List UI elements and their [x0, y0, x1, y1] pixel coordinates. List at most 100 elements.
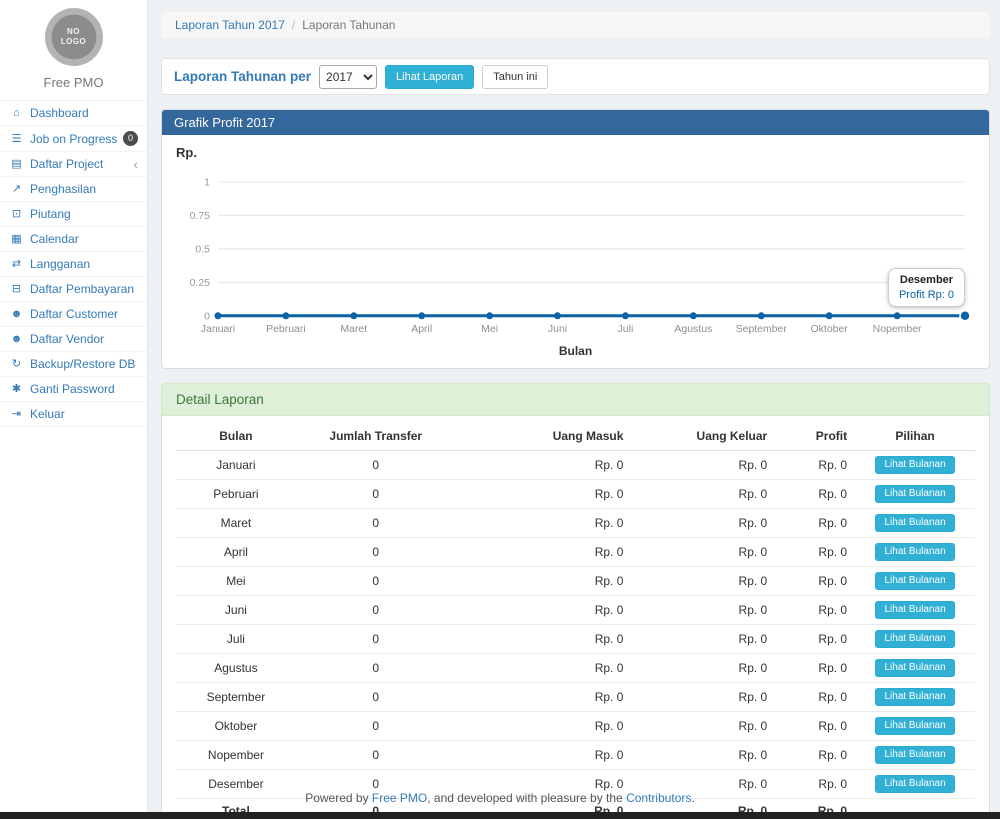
refresh-icon: ↻ [9, 357, 24, 371]
sidebar-item-daftar-pembayaran[interactable]: ⊟Daftar Pembayaran [0, 276, 147, 301]
cell-jumlah-transfer: 0 [296, 508, 456, 537]
sidebar-item-daftar-vendor[interactable]: ☻ Daftar Vendor [0, 326, 147, 351]
filter-label: Laporan Tahunan per [174, 69, 311, 84]
table-row: Januari0Rp. 0Rp. 0Rp. 0Lihat Bulanan [176, 450, 975, 479]
cell-pilihan: Lihat Bulanan [855, 479, 975, 508]
footer-text-pre: Powered by [305, 791, 372, 805]
sidebar-item-langganan[interactable]: ⇄Langganan [0, 251, 147, 276]
data-point[interactable] [622, 312, 629, 319]
report-table: BulanJumlah TransferUang MasukUang Kelua… [176, 422, 975, 819]
cell-uang-keluar: Rp. 0 [631, 595, 775, 624]
chart-body: Rp. 10.750.50.250JanuariPebruariMaretApr… [162, 135, 989, 368]
view-month-button[interactable]: Lihat Bulanan [875, 601, 954, 619]
view-month-button[interactable]: Lihat Bulanan [875, 485, 954, 503]
cell-uang-masuk: Rp. 0 [456, 595, 632, 624]
sidebar-item-label: Daftar Pembayaran [30, 282, 134, 296]
cell-uang-masuk: Rp. 0 [456, 479, 632, 508]
view-month-button[interactable]: Lihat Bulanan [875, 543, 954, 561]
data-point[interactable] [486, 312, 493, 319]
sidebar-item-piutang[interactable]: ⊡Piutang [0, 201, 147, 226]
x-tick-label: September [736, 324, 788, 335]
cell-profit: Rp. 0 [775, 566, 855, 595]
users-icon: ☻ [9, 332, 24, 346]
table-row: September0Rp. 0Rp. 0Rp. 0Lihat Bulanan [176, 682, 975, 711]
view-month-button[interactable]: Lihat Bulanan [875, 746, 954, 764]
cell-pilihan: Lihat Bulanan [855, 653, 975, 682]
cell-bulan: Agustus [176, 653, 296, 682]
sidebar-item-label: Piutang [30, 207, 71, 221]
cell-jumlah-transfer: 0 [296, 566, 456, 595]
data-point-active[interactable] [960, 311, 970, 321]
cell-profit: Rp. 0 [775, 711, 855, 740]
breadcrumb-link-report-year[interactable]: Laporan Tahun 2017 [175, 18, 285, 32]
cell-jumlah-transfer: 0 [296, 682, 456, 711]
view-month-button[interactable]: Lihat Bulanan [875, 630, 954, 648]
data-point[interactable] [418, 312, 425, 319]
view-month-button[interactable]: Lihat Bulanan [875, 572, 954, 590]
cell-bulan: April [176, 537, 296, 566]
view-month-button[interactable]: Lihat Bulanan [875, 717, 954, 735]
view-month-button[interactable]: Lihat Bulanan [875, 456, 954, 474]
cell-uang-keluar: Rp. 0 [631, 479, 775, 508]
sidebar-item-dashboard[interactable]: ⌂Dashboard [0, 100, 147, 125]
cell-pilihan: Lihat Bulanan [855, 450, 975, 479]
table-row: April0Rp. 0Rp. 0Rp. 0Lihat Bulanan [176, 537, 975, 566]
cell-uang-masuk: Rp. 0 [456, 566, 632, 595]
view-month-button[interactable]: Lihat Bulanan [875, 659, 954, 677]
sidebar-item-label: Dashboard [30, 106, 89, 120]
cell-bulan: Juli [176, 624, 296, 653]
detail-panel-title: Detail Laporan [162, 384, 989, 416]
data-point[interactable] [214, 312, 221, 319]
sidebar-item-daftar-customer[interactable]: ☻Daftar Customer [0, 301, 147, 326]
view-month-button[interactable]: Lihat Bulanan [875, 688, 954, 706]
page: NO LOGO Free PMO ⌂Dashboard☰Job on Progr… [0, 0, 1000, 819]
footer-link-freepmo[interactable]: Free PMO [372, 791, 427, 805]
view-month-button[interactable]: Lihat Bulanan [875, 514, 954, 532]
footer-text-mid: , and developed with pleasure by the [427, 791, 626, 805]
x-tick-label: Maret [340, 324, 367, 335]
breadcrumb-current: Laporan Tahunan [302, 18, 395, 32]
this-year-button[interactable]: Tahun ini [482, 65, 548, 89]
sidebar-item-label: Daftar Vendor [30, 332, 104, 346]
cell-profit: Rp. 0 [775, 508, 855, 537]
cell-uang-keluar: Rp. 0 [631, 566, 775, 595]
cell-uang-masuk: Rp. 0 [456, 624, 632, 653]
sidebar-item-daftar-project[interactable]: ▤Daftar Project‹ [0, 151, 147, 176]
data-point[interactable] [350, 312, 357, 319]
column-header-uang-masuk: Uang Masuk [456, 422, 632, 451]
breadcrumb: Laporan Tahun 2017/Laporan Tahunan [161, 12, 990, 38]
cell-jumlah-transfer: 0 [296, 537, 456, 566]
data-point[interactable] [282, 312, 289, 319]
data-point[interactable] [690, 312, 697, 319]
data-point[interactable] [758, 312, 765, 319]
data-point[interactable] [554, 312, 561, 319]
cell-uang-keluar: Rp. 0 [631, 624, 775, 653]
x-tick-label: Oktober [811, 324, 849, 335]
cell-uang-keluar: Rp. 0 [631, 537, 775, 566]
sidebar-item-ganti-password[interactable]: ✱Ganti Password [0, 376, 147, 401]
exchange-icon: ⇄ [9, 257, 24, 271]
cell-pilihan: Lihat Bulanan [855, 682, 975, 711]
cell-pilihan: Lihat Bulanan [855, 711, 975, 740]
table-header-row: BulanJumlah TransferUang MasukUang Kelua… [176, 422, 975, 451]
view-report-button[interactable]: Lihat Laporan [385, 65, 474, 89]
sidebar-item-penghasilan[interactable]: ↗Penghasilan [0, 176, 147, 201]
cell-uang-masuk: Rp. 0 [456, 682, 632, 711]
sidebar-item-calendar[interactable]: ▦Calendar [0, 226, 147, 251]
sidebar-item-keluar[interactable]: ⇥Keluar [0, 401, 147, 427]
footer-link-contributors[interactable]: Contributors [626, 791, 691, 805]
cell-bulan: Januari [176, 450, 296, 479]
chart-x-axis-label: Bulan [174, 344, 977, 360]
data-point[interactable] [894, 312, 901, 319]
year-select[interactable]: 2017 [319, 65, 377, 89]
sidebar-item-label: Penghasilan [30, 182, 96, 196]
cell-pilihan: Lihat Bulanan [855, 566, 975, 595]
sidebar-item-job-on-progress[interactable]: ☰Job on Progress0 [0, 125, 147, 151]
cell-profit: Rp. 0 [775, 479, 855, 508]
sidebar-item-backup-restore-db[interactable]: ↻ Backup/Restore DB [0, 351, 147, 376]
cell-jumlah-transfer: 0 [296, 740, 456, 769]
table-icon: ▤ [9, 157, 24, 171]
data-point[interactable] [826, 312, 833, 319]
sidebar-item-label: Backup/Restore DB [30, 357, 135, 371]
cell-pilihan: Lihat Bulanan [855, 740, 975, 769]
